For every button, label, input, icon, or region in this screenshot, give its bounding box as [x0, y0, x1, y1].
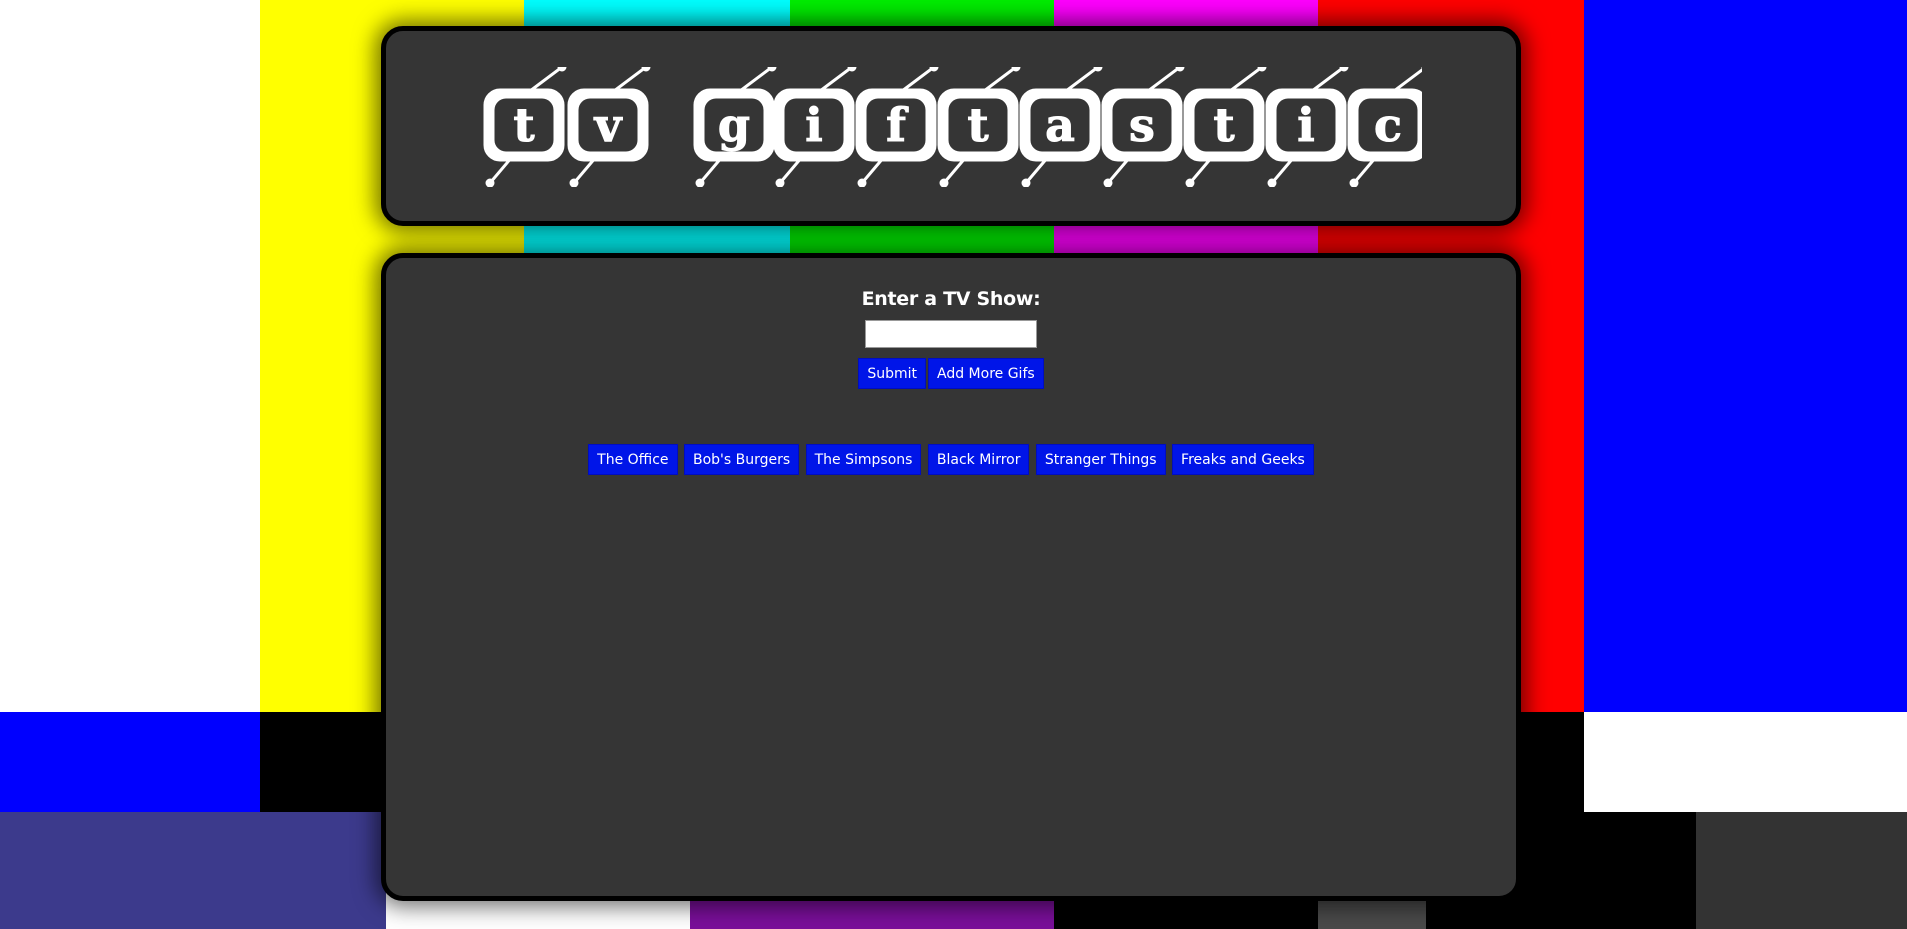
strip-blue — [0, 712, 260, 812]
bar-white — [0, 0, 260, 712]
strip-white — [1584, 712, 1907, 812]
svg-text:i: i — [805, 98, 822, 152]
svg-text:t: t — [1213, 98, 1235, 152]
logo-tv-letter: t — [483, 67, 567, 187]
main-panel: Enter a TV Show: Submit Add More Gifs The… — [381, 253, 1521, 901]
logo-tv-letter: a — [1019, 67, 1103, 187]
logo-tv-letter: i — [1265, 67, 1349, 187]
tv-show-input[interactable] — [865, 320, 1037, 348]
header-panel: t v g i f t as t i c — [381, 26, 1521, 226]
show-button[interactable]: Black Mirror — [927, 444, 1030, 475]
show-button[interactable]: The Office — [588, 444, 678, 475]
add-more-gifs-button[interactable]: Add More Gifs — [928, 358, 1044, 389]
logo-tv-letter: c — [1347, 67, 1422, 187]
show-button[interactable]: Bob's Burgers — [683, 444, 800, 475]
bottom-indigo — [0, 812, 386, 929]
form-label: Enter a TV Show: — [861, 288, 1041, 310]
form-buttons: Submit Add More Gifs — [386, 358, 1516, 389]
logo-tv-letter: v — [567, 67, 651, 187]
bar-blue — [1584, 0, 1907, 712]
show-form: Enter a TV Show: Submit Add More Gifs — [386, 288, 1516, 389]
svg-text:i: i — [1297, 98, 1314, 152]
show-button[interactable]: The Simpsons — [805, 444, 922, 475]
svg-text:f: f — [886, 98, 909, 152]
logo-tv-letter: t — [937, 67, 1021, 187]
svg-text:c: c — [1374, 98, 1402, 152]
svg-text:t: t — [967, 98, 989, 152]
logo-tv-letter: g — [693, 67, 777, 187]
svg-text:a: a — [1045, 98, 1075, 152]
svg-text:v: v — [594, 98, 623, 152]
show-button-list: The Office Bob's Burgers The Simpsons Bl… — [386, 444, 1516, 475]
svg-text:t: t — [513, 98, 535, 152]
show-button[interactable]: Freaks and Geeks — [1172, 444, 1314, 475]
svg-text:s: s — [1129, 98, 1155, 152]
svg-text:g: g — [718, 98, 750, 152]
logo-tv-letter: s — [1101, 67, 1185, 187]
show-button[interactable]: Stranger Things — [1035, 444, 1166, 475]
logo-tv-letter: i — [773, 67, 857, 187]
tv-giftastic-logo: t v g i f t as t i c — [483, 67, 1422, 187]
logo-tv-letter: t — [1183, 67, 1267, 187]
logo-tv-letter: f — [855, 67, 939, 187]
submit-button[interactable]: Submit — [858, 358, 926, 389]
bottom-darkgray — [1696, 812, 1907, 929]
